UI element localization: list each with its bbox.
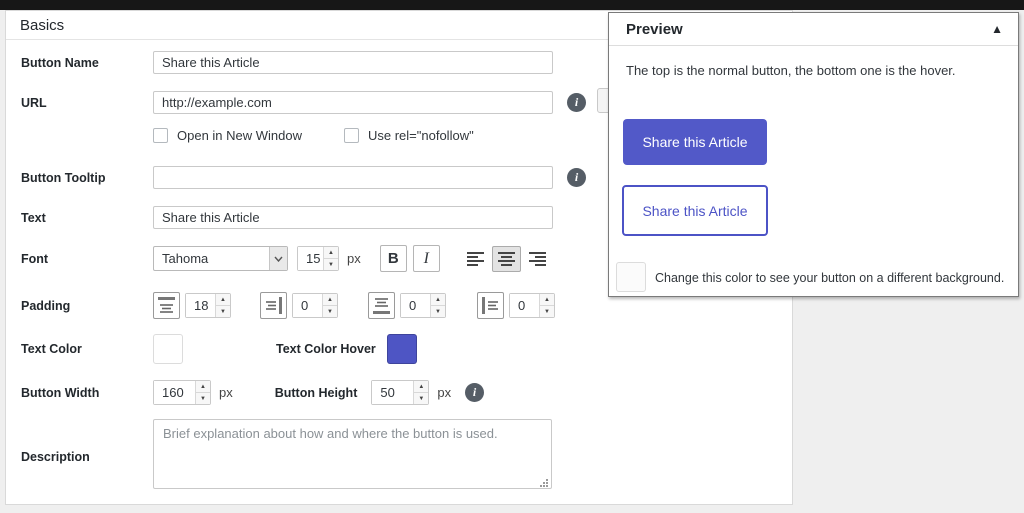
padding-top-down-icon[interactable]: ▼ bbox=[216, 306, 230, 317]
padding-top-input[interactable] bbox=[186, 294, 215, 317]
align-right-button[interactable] bbox=[523, 246, 552, 272]
font-family-value: Tahoma bbox=[154, 247, 269, 270]
padding-bottom-icon bbox=[368, 292, 395, 319]
italic-button[interactable]: I bbox=[413, 245, 440, 272]
nofollow-checkbox[interactable] bbox=[344, 128, 359, 143]
preview-background-note: Change this color to see your button on … bbox=[655, 271, 1004, 285]
url-input[interactable] bbox=[153, 91, 553, 114]
align-left-icon bbox=[467, 252, 484, 266]
padding-label: Padding bbox=[21, 299, 153, 313]
button-width-input[interactable] bbox=[154, 381, 195, 404]
padding-right-stepper: ▲▼ bbox=[292, 293, 338, 318]
button-height-label: Button Height bbox=[275, 386, 358, 400]
open-new-window-label: Open in New Window bbox=[177, 128, 302, 143]
open-new-window-checkbox[interactable] bbox=[153, 128, 168, 143]
padding-bottom-input[interactable] bbox=[401, 294, 430, 317]
button-width-label: Button Width bbox=[21, 386, 153, 400]
button-height-unit: px bbox=[437, 385, 451, 400]
button-name-label: Button Name bbox=[21, 56, 153, 70]
padding-top-icon bbox=[153, 292, 180, 319]
description-label: Description bbox=[21, 450, 153, 464]
text-input[interactable] bbox=[153, 206, 553, 229]
preview-background-swatch[interactable] bbox=[616, 262, 646, 292]
preview-header[interactable]: Preview ▲ bbox=[609, 13, 1018, 46]
button-name-input[interactable] bbox=[153, 51, 553, 74]
button-height-stepper: ▲▼ bbox=[371, 380, 429, 405]
padding-left-icon bbox=[477, 292, 504, 319]
tooltip-info-icon[interactable]: i bbox=[567, 168, 586, 187]
align-center-icon bbox=[498, 252, 515, 266]
button-width-stepper: ▲▼ bbox=[153, 380, 211, 405]
preview-button-normal[interactable]: Share this Article bbox=[623, 119, 767, 165]
top-dark-bar bbox=[0, 0, 1024, 10]
padding-left-stepper: ▲▼ bbox=[509, 293, 555, 318]
size-info-icon[interactable]: i bbox=[465, 383, 484, 402]
font-family-select[interactable]: Tahoma bbox=[153, 246, 288, 271]
font-size-down-icon[interactable]: ▼ bbox=[324, 259, 338, 270]
bold-button[interactable]: B bbox=[380, 245, 407, 272]
font-size-stepper: ▲▼ bbox=[297, 246, 339, 271]
button-width-unit: px bbox=[219, 385, 233, 400]
padding-left-input[interactable] bbox=[510, 294, 539, 317]
font-size-input[interactable] bbox=[298, 247, 323, 270]
text-color-label: Text Color bbox=[21, 342, 153, 356]
resize-handle-icon[interactable] bbox=[540, 479, 548, 487]
font-label: Font bbox=[21, 252, 153, 266]
padding-right-up-icon[interactable]: ▲ bbox=[323, 294, 337, 306]
font-size-unit: px bbox=[347, 251, 361, 266]
text-label: Text bbox=[21, 211, 153, 225]
button-tooltip-label: Button Tooltip bbox=[21, 171, 153, 185]
chevron-down-icon bbox=[269, 247, 287, 270]
padding-left-up-icon[interactable]: ▲ bbox=[540, 294, 554, 306]
button-width-up-icon[interactable]: ▲ bbox=[196, 381, 210, 393]
preview-panel: Preview ▲ The top is the normal button, … bbox=[608, 12, 1019, 297]
button-tooltip-input[interactable] bbox=[153, 166, 553, 189]
collapse-panel-icon[interactable]: ▲ bbox=[991, 23, 1003, 35]
preview-title: Preview bbox=[626, 21, 991, 38]
button-height-up-icon[interactable]: ▲ bbox=[414, 381, 428, 393]
padding-bottom-up-icon[interactable]: ▲ bbox=[431, 294, 445, 306]
button-height-input[interactable] bbox=[372, 381, 413, 404]
url-label: URL bbox=[21, 96, 153, 110]
padding-right-input[interactable] bbox=[293, 294, 322, 317]
nofollow-label: Use rel="nofollow" bbox=[368, 128, 474, 143]
padding-left-down-icon[interactable]: ▼ bbox=[540, 306, 554, 317]
padding-right-icon bbox=[260, 292, 287, 319]
text-color-swatch[interactable] bbox=[153, 334, 183, 364]
padding-top-stepper: ▲▼ bbox=[185, 293, 231, 318]
font-size-up-icon[interactable]: ▲ bbox=[324, 247, 338, 259]
padding-bottom-down-icon[interactable]: ▼ bbox=[431, 306, 445, 317]
button-width-down-icon[interactable]: ▼ bbox=[196, 393, 210, 404]
align-center-button[interactable] bbox=[492, 246, 521, 272]
padding-right-down-icon[interactable]: ▼ bbox=[323, 306, 337, 317]
preview-note: The top is the normal button, the bottom… bbox=[626, 63, 956, 78]
text-color-hover-label: Text Color Hover bbox=[276, 342, 376, 356]
text-color-hover-swatch[interactable] bbox=[387, 334, 417, 364]
padding-bottom-stepper: ▲▼ bbox=[400, 293, 446, 318]
description-textarea[interactable] bbox=[153, 419, 552, 489]
align-left-button[interactable] bbox=[461, 246, 490, 272]
url-info-icon[interactable]: i bbox=[567, 93, 586, 112]
padding-top-up-icon[interactable]: ▲ bbox=[216, 294, 230, 306]
align-right-icon bbox=[529, 252, 546, 266]
preview-button-hover[interactable]: Share this Article bbox=[622, 185, 768, 236]
button-height-down-icon[interactable]: ▼ bbox=[414, 393, 428, 404]
